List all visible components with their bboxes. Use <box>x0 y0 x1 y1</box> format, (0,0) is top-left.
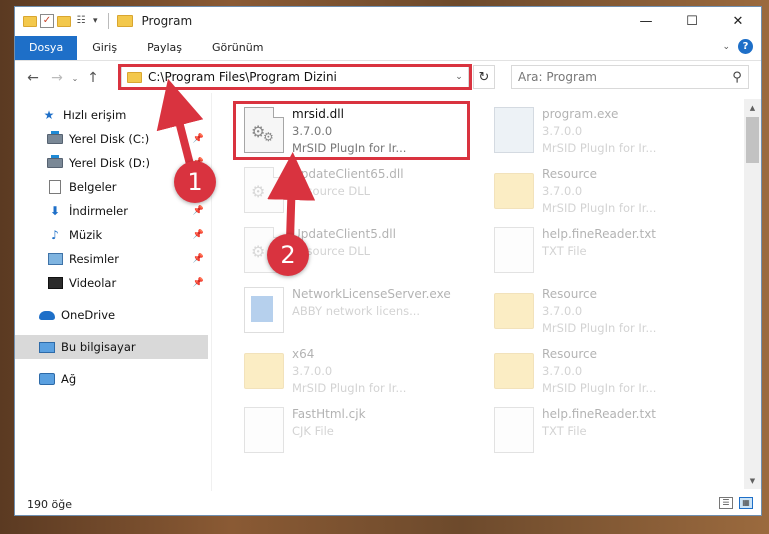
annotation-arrows <box>156 78 316 241</box>
step-1-badge: 1 <box>174 161 216 203</box>
arrow-to-file <box>267 152 316 241</box>
step-2-badge: 2 <box>267 234 309 276</box>
